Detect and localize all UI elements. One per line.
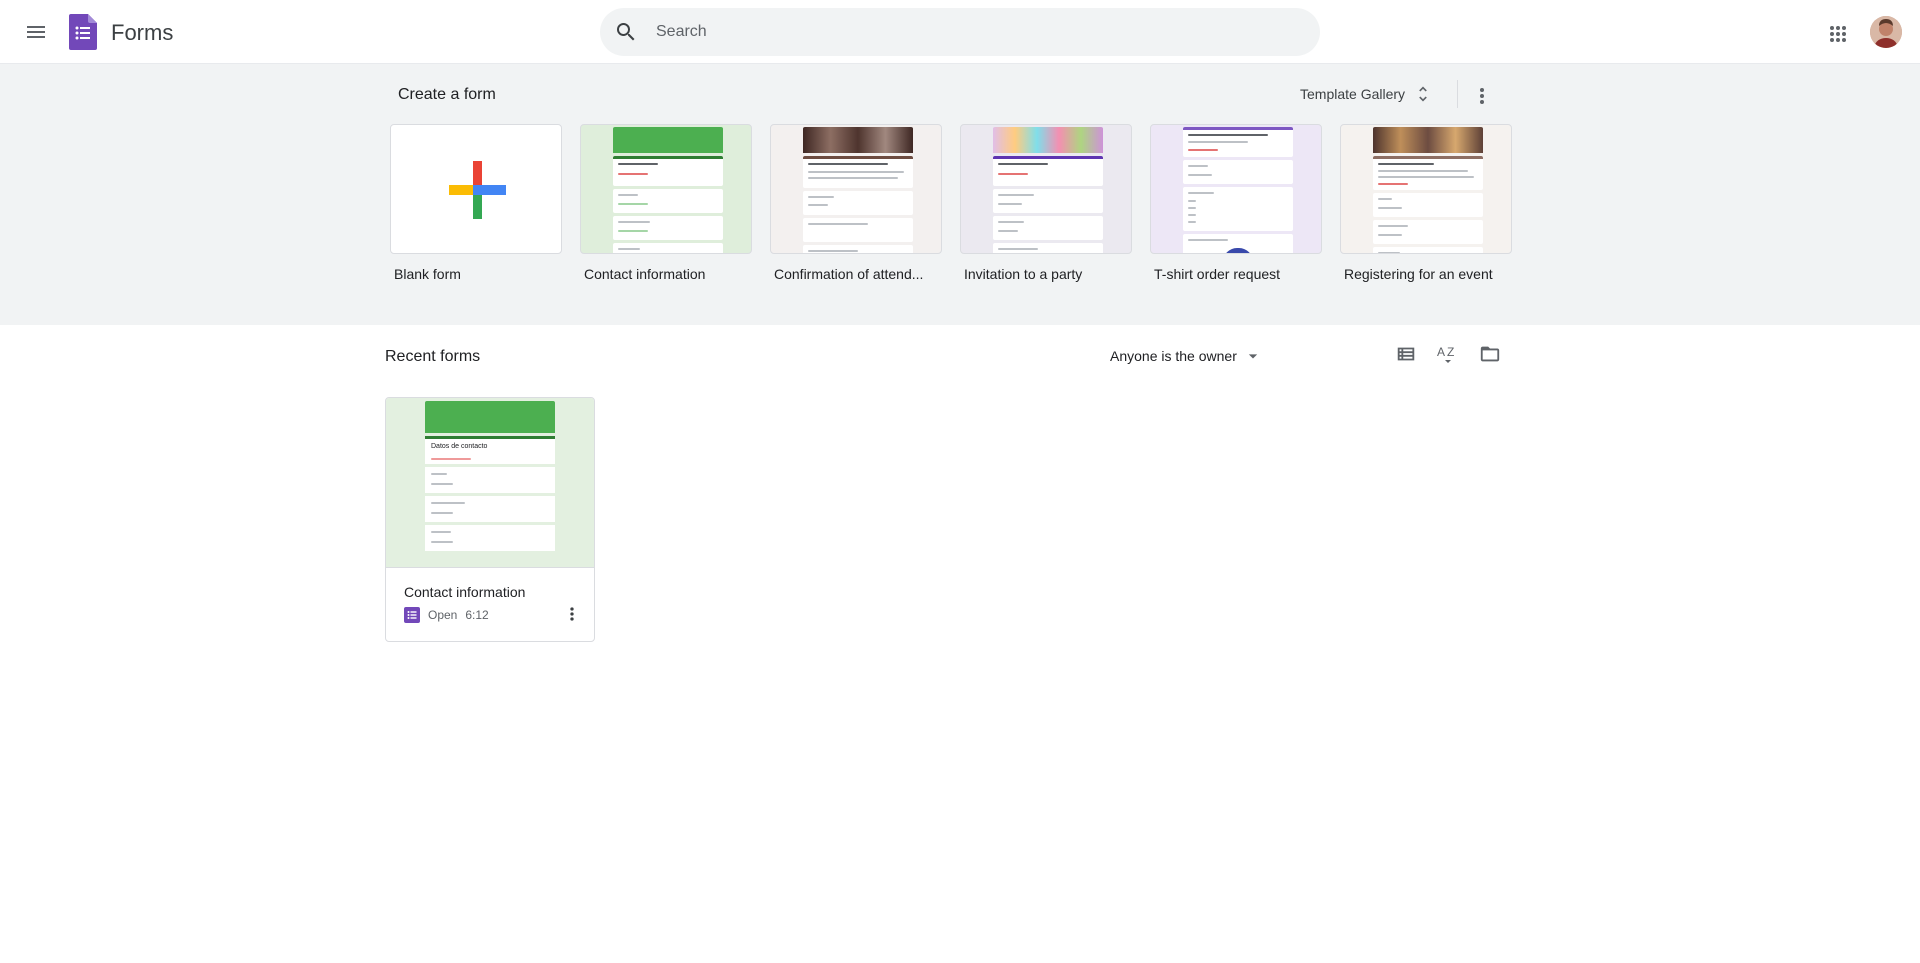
template-label: Registering for an event — [1344, 266, 1493, 282]
search-input[interactable] — [656, 8, 1296, 56]
svg-text:Z: Z — [1447, 345, 1454, 359]
recent-form-time: 6:12 — [465, 608, 489, 622]
search-bar[interactable] — [600, 8, 1320, 56]
template-contact-information[interactable]: Contact information — [580, 124, 752, 282]
more-vert-icon — [570, 607, 574, 621]
app-title[interactable]: Forms — [111, 20, 173, 46]
app-header: Forms — [0, 0, 1920, 64]
template-registering-for-an-event[interactable]: Registering for an event — [1340, 124, 1512, 282]
template-gallery-label: Template Gallery — [1300, 86, 1406, 102]
open-file-picker-button[interactable] — [1470, 334, 1510, 374]
sort-button[interactable]: A Z — [1428, 334, 1468, 374]
sort-az-icon: A Z — [1437, 345, 1454, 363]
template-more-options-button[interactable] — [1462, 76, 1502, 116]
recent-forms-heading: Recent forms — [385, 348, 481, 365]
template-label: Contact information — [584, 266, 706, 282]
owner-filter-dropdown[interactable]: Anyone is the owner — [1110, 344, 1263, 368]
template-label: Invitation to a party — [964, 266, 1083, 282]
template-thumbnail[interactable] — [580, 124, 752, 254]
more-vert-icon — [1480, 88, 1484, 104]
recent-form-meta: Open 6:12 — [404, 607, 489, 623]
owner-filter-label: Anyone is the owner — [1110, 348, 1237, 364]
create-form-heading: Create a form — [398, 86, 496, 103]
template-thumbnail[interactable] — [390, 124, 562, 254]
unfold-icon — [1419, 86, 1427, 102]
template-t-shirt-order-request[interactable]: T-shirt order request — [1150, 124, 1322, 282]
template-label: Confirmation of attend... — [774, 266, 924, 282]
template-list: Blank form Contact information Confirmat… — [390, 124, 1512, 282]
plus-icon — [449, 161, 506, 219]
preview-form-title: Datos de contacto — [431, 443, 488, 450]
template-thumbnail[interactable] — [1340, 124, 1512, 254]
recent-form-thumbnail: Datos de contacto — [386, 398, 594, 568]
template-label: Blank form — [394, 266, 461, 282]
recent-form-more-button[interactable] — [558, 600, 586, 628]
template-blank-form[interactable]: Blank form — [390, 124, 562, 282]
recent-form-info: Contact information Open 6:12 — [386, 568, 594, 641]
template-invitation-to-a-party[interactable]: Invitation to a party — [960, 124, 1132, 282]
recent-form-name: Contact information — [404, 584, 526, 600]
folder-icon — [1480, 346, 1500, 362]
forms-file-icon — [404, 607, 420, 623]
account-avatar[interactable] — [1870, 16, 1902, 48]
main-menu-button[interactable] — [16, 12, 56, 52]
list-view-icon — [1397, 347, 1415, 361]
svg-text:A: A — [1437, 345, 1445, 359]
dropdown-arrow-icon — [1248, 354, 1258, 359]
recent-form-card[interactable]: Datos de contacto Contact information Op… — [385, 397, 595, 642]
hamburger-icon — [27, 26, 45, 38]
apps-grid-icon — [1830, 26, 1846, 42]
template-thumbnail[interactable] — [770, 124, 942, 254]
search-icon[interactable] — [614, 20, 638, 44]
toolbar-divider — [1457, 80, 1458, 108]
forms-logo-icon[interactable] — [69, 14, 97, 50]
template-thumbnail[interactable] — [1150, 124, 1322, 254]
recent-form-status: Open — [428, 608, 458, 622]
template-confirmation-of-attendance[interactable]: Confirmation of attend... — [770, 124, 942, 282]
template-gallery-button[interactable]: Template Gallery — [1290, 76, 1441, 112]
list-view-button[interactable] — [1386, 334, 1426, 374]
template-thumbnail[interactable] — [960, 124, 1132, 254]
create-form-section: Create a form Template Gallery Blank for… — [0, 64, 1920, 325]
template-label: T-shirt order request — [1154, 266, 1281, 282]
google-apps-button[interactable] — [1818, 14, 1858, 54]
